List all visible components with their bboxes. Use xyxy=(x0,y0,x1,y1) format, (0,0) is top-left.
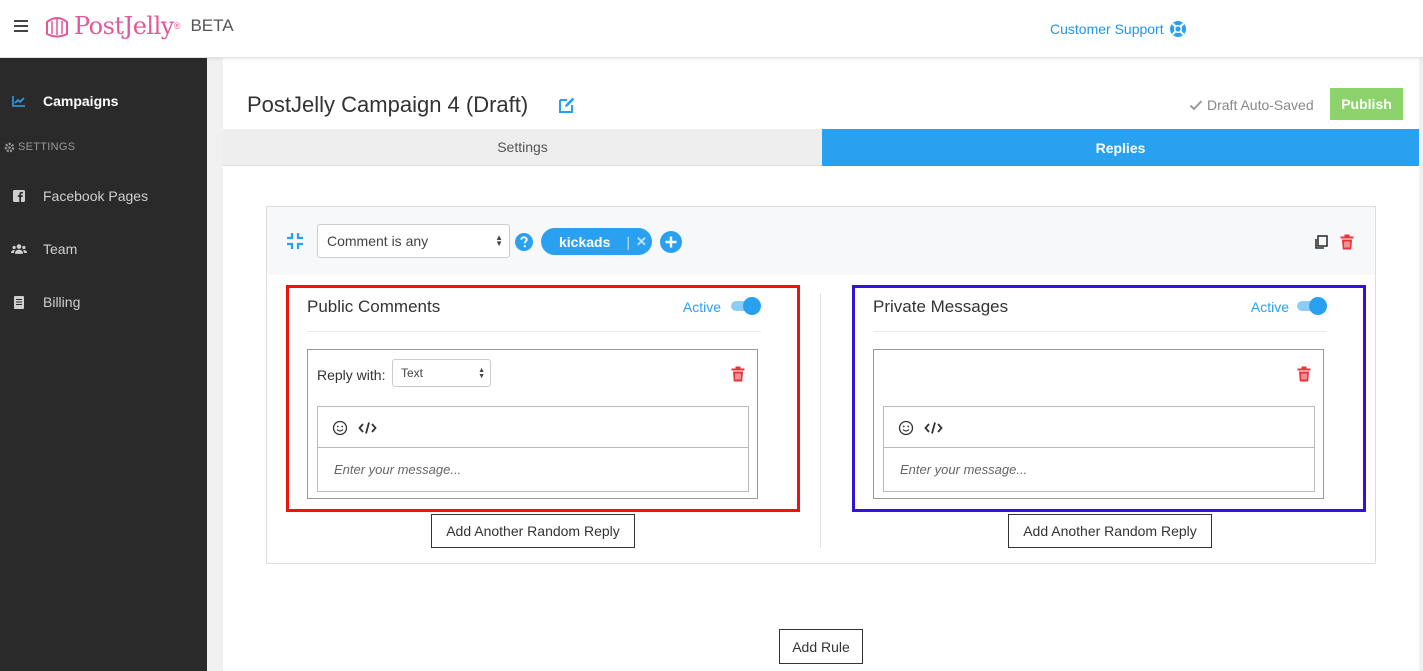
select-arrows-icon: ▲ ▼ xyxy=(478,367,485,380)
add-random-reply-public-button[interactable]: Add Another Random Reply xyxy=(431,514,635,548)
lifebuoy-icon xyxy=(1169,21,1186,37)
message-input[interactable]: Enter your message... xyxy=(900,462,1027,477)
delete-reply-icon[interactable] xyxy=(1297,366,1311,382)
check-icon xyxy=(1189,100,1203,111)
users-icon xyxy=(11,241,27,257)
publish-button[interactable]: Publish xyxy=(1330,88,1403,120)
delete-reply-icon[interactable] xyxy=(731,366,745,382)
reply-with-label: Reply with: xyxy=(317,367,386,383)
customer-support-label: Customer Support xyxy=(1050,21,1164,37)
reply-rule-card: Comment is any ▲ ▼ kickads | ✕ Public Co… xyxy=(266,206,1376,564)
private-messages-title: Private Messages xyxy=(873,297,1009,316)
hamburger-menu-icon[interactable] xyxy=(14,20,28,34)
tab-replies[interactable]: Replies xyxy=(822,129,1419,166)
jar-logo-icon xyxy=(46,17,68,38)
sidebar-item-label: Billing xyxy=(43,294,81,310)
code-icon[interactable] xyxy=(924,420,943,436)
select-arrows-icon: ▲ ▼ xyxy=(495,233,503,248)
autosave-label: Draft Auto-Saved xyxy=(1207,97,1314,113)
message-editor: Enter your message... xyxy=(317,406,749,492)
sidebar-item-billing[interactable]: Billing xyxy=(0,287,207,317)
private-messages-panel: Private Messages Active Enter your messa… xyxy=(852,285,1366,512)
autosave-status: Draft Auto-Saved xyxy=(1189,97,1314,113)
sidebar-item-facebook-pages[interactable]: Facebook Pages xyxy=(0,181,207,211)
public-comments-panel: Public Comments Active Reply with: Text … xyxy=(286,285,800,512)
app-logo[interactable]: PostJelly ® BETA xyxy=(44,12,234,40)
edit-icon[interactable] xyxy=(557,95,577,115)
reply-type-select[interactable]: Text ▲ ▼ xyxy=(392,359,491,387)
sidebar-item-team[interactable]: Team xyxy=(0,234,207,264)
document-icon xyxy=(11,294,27,310)
brand-mark: ® xyxy=(173,21,181,31)
public-comments-status: Active xyxy=(682,299,721,315)
message-input[interactable]: Enter your message... xyxy=(334,462,461,477)
keyword-label: kickads xyxy=(559,233,611,250)
tab-settings[interactable]: Settings xyxy=(223,129,822,166)
condition-value: Comment is any xyxy=(327,233,429,249)
chip-separator: | xyxy=(626,233,631,250)
sidebar: Campaigns SETTINGS Facebook Pages Team B… xyxy=(0,58,207,671)
emoji-icon[interactable] xyxy=(332,420,348,436)
panel-divider xyxy=(307,331,761,332)
column-divider xyxy=(820,293,821,548)
settings-section-label: SETTINGS xyxy=(18,141,76,153)
help-icon[interactable] xyxy=(515,233,533,251)
sidebar-item-label: Campaigns xyxy=(43,93,119,109)
editor-toolbar xyxy=(318,407,748,448)
settings-section-header: SETTINGS xyxy=(4,141,75,153)
sidebar-item-label: Team xyxy=(43,241,78,257)
code-icon[interactable] xyxy=(358,420,377,436)
add-rule-button[interactable]: Add Rule xyxy=(779,629,863,664)
emoji-icon[interactable] xyxy=(898,420,914,436)
remove-keyword-icon[interactable]: ✕ xyxy=(636,234,647,250)
message-editor: Enter your message... xyxy=(883,406,1315,492)
main-panel: PostJelly Campaign 4 (Draft) Draft Auto-… xyxy=(223,58,1419,671)
add-random-reply-private-button[interactable]: Add Another Random Reply xyxy=(1008,514,1212,548)
customer-support-link[interactable]: Customer Support xyxy=(1050,20,1187,38)
public-comments-toggle[interactable] xyxy=(731,297,761,315)
facebook-icon xyxy=(11,188,27,204)
brand-name: PostJelly xyxy=(74,12,174,40)
sidebar-item-label: Facebook Pages xyxy=(43,188,149,204)
private-messages-status: Active xyxy=(1250,299,1289,315)
collapse-icon[interactable] xyxy=(286,232,304,250)
rule-header: Comment is any ▲ ▼ kickads | ✕ xyxy=(267,207,1375,275)
public-reply-box: Reply with: Text ▲ ▼ Enter your message.… xyxy=(307,349,758,499)
beta-badge: BETA xyxy=(190,16,234,35)
private-messages-toggle[interactable] xyxy=(1297,297,1327,315)
gear-icon xyxy=(4,142,15,152)
chart-line-icon xyxy=(11,93,27,109)
delete-rule-icon[interactable] xyxy=(1340,234,1354,250)
condition-select[interactable]: Comment is any ▲ ▼ xyxy=(317,224,510,258)
add-keyword-icon[interactable] xyxy=(660,231,682,253)
sidebar-item-campaigns[interactable]: Campaigns xyxy=(0,86,207,116)
panel-divider xyxy=(873,331,1327,332)
tab-bar: Settings Replies xyxy=(223,129,1419,166)
editor-toolbar xyxy=(884,407,1314,448)
campaign-header: PostJelly Campaign 4 (Draft) Draft Auto-… xyxy=(223,78,1419,130)
public-comments-title: Public Comments xyxy=(307,297,441,316)
top-bar: PostJelly ® BETA Customer Support xyxy=(0,0,1423,58)
page-title: PostJelly Campaign 4 (Draft) xyxy=(247,92,529,117)
keyword-chip: kickads | ✕ xyxy=(541,228,652,255)
reply-type-value: Text xyxy=(401,366,424,380)
private-reply-box: Enter your message... xyxy=(873,349,1324,499)
copy-icon[interactable] xyxy=(1314,235,1328,249)
